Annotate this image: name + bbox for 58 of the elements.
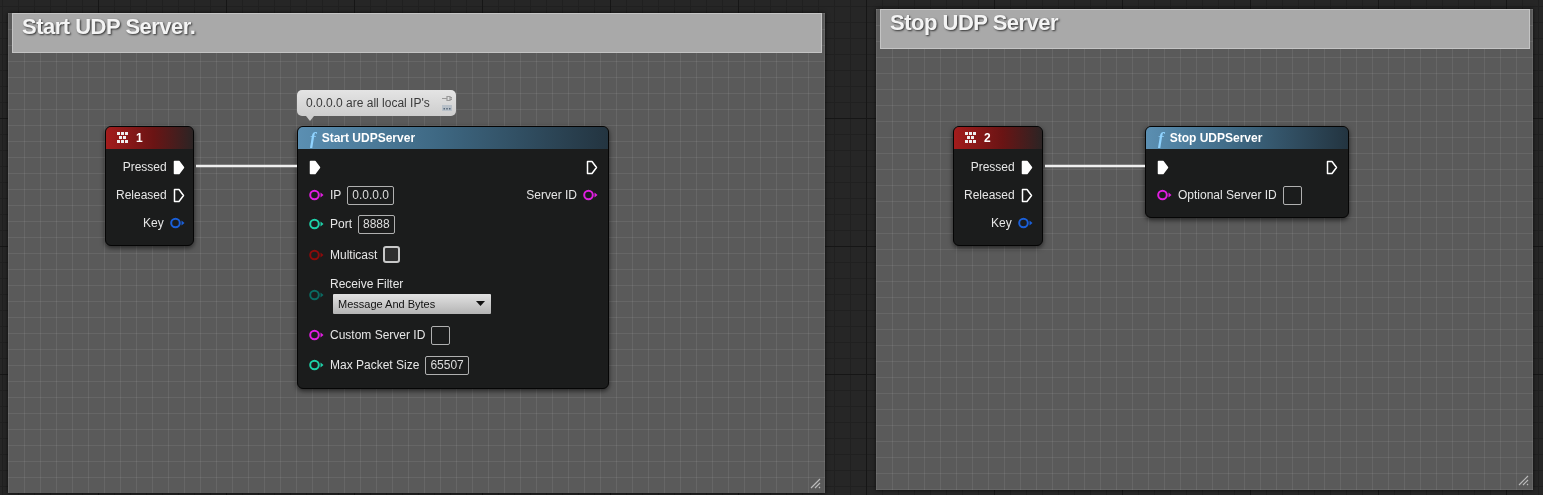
exec-pin-icon[interactable] [172,159,185,175]
exec-pin-icon[interactable] [1326,159,1338,175]
pin-label: Key [143,216,164,230]
node-title: Stop UDPServer [1169,131,1263,145]
pin-label: Server ID [526,188,577,202]
comment-box[interactable]: Start UDP Server. 1 Pressed Released Key f Start UDPServer IP 0.0.0.0 Port 8888 Multicast Receive Filter Message And Bytes Custom Server ID Max Packet Size 65507 Server ID 0.0.0.0 are all local IP's [8,13,825,493]
checkbox[interactable] [383,246,401,263]
node-title: 2 [984,131,991,145]
pin-icon[interactable] [309,359,324,371]
pin-label: Multicast [330,247,378,262]
keyboard-icon [116,131,130,145]
pin-label: Port [330,217,352,231]
pin-label: Max Packet Size [330,358,420,372]
exec-pin-icon[interactable] [1020,187,1033,203]
node-title: 1 [136,131,143,145]
caret-icon [476,301,485,306]
exec-pin-icon[interactable] [1157,159,1169,175]
node-title: Start UDPServer [321,131,416,145]
pin-icon[interactable] [309,189,324,201]
wire[interactable] [1045,164,1145,168]
pin-label: IP [330,188,342,202]
bubble-tail [306,116,314,121]
pin-label: Pressed [122,160,167,174]
pin-label: Custom Server ID [330,328,426,342]
value-field[interactable] [1282,185,1302,205]
value-field[interactable]: 8888 [358,214,395,234]
resize-grip-icon[interactable] [1518,475,1529,486]
function-node[interactable]: f Start UDPServer IP 0.0.0.0 Port 8888 Multicast Receive Filter Message And Bytes Custom Server ID Max Packet Size 65507 Server ID [297,126,609,389]
comment-bubble[interactable]: 0.0.0.0 are all local IP's [297,90,456,116]
pin-icon[interactable] [1157,189,1172,201]
pin-label: Key [991,216,1012,230]
comment-box[interactable]: Stop UDP Server 2 Pressed Released Key f Stop UDPServer Optional Server ID [876,9,1533,490]
function-icon: f [310,129,316,147]
value-field[interactable]: 65507 [425,355,469,375]
keyboard-icon [964,131,978,145]
function-node[interactable]: f Stop UDPServer Optional Server ID [1145,126,1349,218]
pin-label: Released [116,188,167,202]
exec-pin-icon[interactable] [172,187,185,203]
pin-icon[interactable] [309,218,324,230]
dropdown[interactable]: Message And Bytes [333,293,491,314]
exec-pin-icon[interactable] [1020,159,1033,175]
pin-label: Optional Server ID [1178,188,1277,202]
event-node[interactable]: 1 Pressed Released Key [105,126,194,246]
value-field[interactable] [431,325,451,345]
exec-pin-icon[interactable] [586,159,598,175]
value-field[interactable]: 0.0.0.0 [347,185,395,205]
event-node[interactable]: 2 Pressed Released Key [953,126,1043,246]
pin-label: Receive Filter [330,276,405,291]
pin-icon[interactable] [309,329,324,341]
pin-label: Pressed [970,160,1015,174]
pin-label: Released [964,188,1015,202]
exec-pin-icon[interactable] [309,159,321,175]
function-icon: f [1158,129,1164,147]
pin-icon[interactable] [583,189,598,201]
dots-icon[interactable] [441,105,452,111]
wire[interactable] [196,164,297,168]
bubble-text: 0.0.0.0 are all local IP's [306,96,430,110]
resize-grip-icon[interactable] [810,478,821,489]
